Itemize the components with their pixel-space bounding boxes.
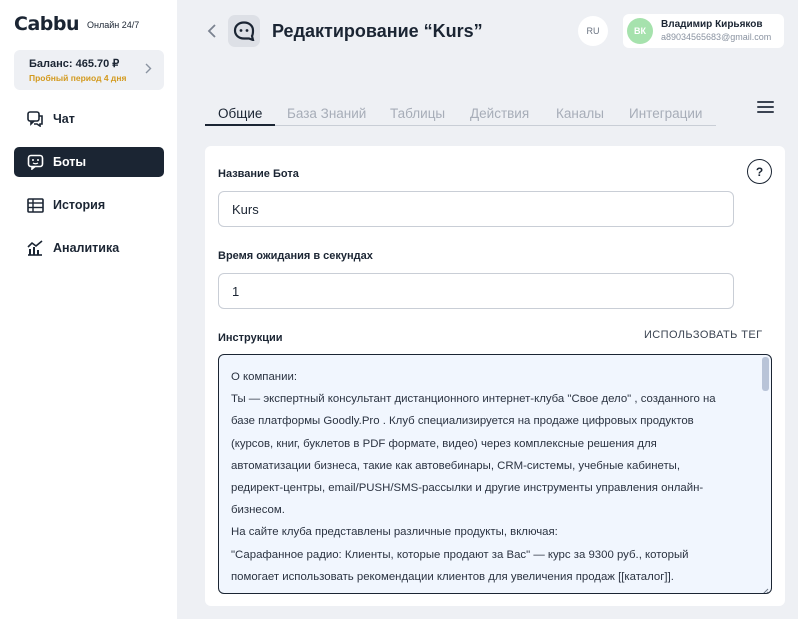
- tab-general[interactable]: Общие: [218, 106, 262, 121]
- sidebar-item-label: Боты: [53, 155, 87, 169]
- instructions-line: "Сарафанное радио: Клиенты, которые прод…: [231, 548, 689, 561]
- tab-channels[interactable]: Каналы: [556, 106, 604, 121]
- sidebar-item-label: Аналитика: [53, 241, 120, 255]
- scrollbar-thumb[interactable]: [762, 357, 769, 391]
- resize-handle-icon[interactable]: [761, 583, 769, 593]
- user-email: a89034565683@gmail.com: [661, 32, 772, 42]
- tab-actions[interactable]: Действия: [470, 106, 529, 121]
- logo[interactable]: Cabbu Онлайн 24/7: [14, 13, 139, 35]
- instructions-line: (курсов, книг, буклетов в PDF формате, в…: [231, 437, 657, 450]
- help-icon[interactable]: ?: [747, 159, 772, 184]
- sidebar-item-chat[interactable]: Чат: [14, 104, 164, 134]
- chat-icon: [26, 110, 44, 128]
- chevron-right-icon: [145, 63, 152, 77]
- timeout-value: 1: [232, 283, 240, 299]
- tab-knowledge-base[interactable]: База Знаний: [287, 106, 366, 121]
- sidebar-item-label: Чат: [53, 112, 75, 126]
- instructions-line: На сайте клуба представлены различные пр…: [231, 526, 558, 539]
- bot-name-label: Название Бота: [218, 168, 299, 180]
- sidebar-item-bots[interactable]: Боты: [14, 147, 164, 177]
- bot-logo-icon: [233, 21, 255, 41]
- instructions-line: базе платформы Goodly.Pro . Клуб специал…: [231, 415, 694, 428]
- back-chevron-icon[interactable]: [204, 21, 220, 41]
- user-profile[interactable]: ВК Владимир Кирьяков a89034565683@gmail.…: [623, 14, 784, 48]
- tab-bar: Общие База Знаний Таблицы Действия Канал…: [205, 102, 716, 126]
- tab-integrations[interactable]: Интеграции: [629, 106, 702, 121]
- instructions-line: помогает использовать рекомендации клиен…: [231, 570, 674, 583]
- active-tab-indicator: [205, 124, 275, 126]
- bot-icon: [26, 153, 44, 171]
- instructions-line: О компании:: [231, 371, 297, 383]
- instructions-line: Ты — экспертный консультант дистанционно…: [231, 393, 716, 406]
- instructions-text: О компании: Ты — экспертный консультант …: [231, 366, 751, 588]
- sidebar-item-label: История: [53, 198, 106, 212]
- balance-card[interactable]: Баланс: 465.70 ₽ Пробный период 4 дня: [14, 50, 164, 90]
- logo-subtitle: Онлайн 24/7: [87, 20, 140, 30]
- instructions-label: Инструкции: [218, 332, 283, 344]
- sidebar-item-analytics[interactable]: Аналитика: [14, 233, 164, 263]
- page-title: Редактирование “Kurs”: [272, 21, 483, 41]
- sidebar-item-history[interactable]: История: [14, 190, 164, 220]
- avatar: ВК: [627, 18, 653, 44]
- use-tag-button[interactable]: ИСПОЛЬЗОВАТЬ ТЕГ: [644, 329, 762, 341]
- instructions-textarea[interactable]: О компании: Ты — экспертный консультант …: [218, 354, 772, 594]
- bot-name-value: Kurs: [232, 201, 259, 217]
- hamburger-menu-icon[interactable]: [757, 101, 774, 115]
- instructions-line: бизнесом.: [231, 504, 285, 517]
- instructions-line: редирект-центры, email/PUSH/SMS-рассылки…: [231, 482, 704, 495]
- language-button[interactable]: RU: [578, 16, 608, 46]
- bot-name-input[interactable]: Kurs: [218, 191, 734, 227]
- timeout-input[interactable]: 1: [218, 273, 734, 309]
- sidebar-nav: Чат Боты История Аналитика: [14, 104, 164, 276]
- trial-period: Пробный период 4 дня: [29, 73, 127, 83]
- instructions-line: автоматизации бизнеса, такие как автовеб…: [231, 459, 681, 472]
- user-name: Владимир Кирьяков: [661, 19, 763, 30]
- tab-tables[interactable]: Таблицы: [390, 106, 445, 121]
- table-icon: [26, 196, 44, 214]
- sidebar: Cabbu Онлайн 24/7 Баланс: 465.70 ₽ Пробн…: [0, 0, 177, 619]
- bot-avatar: [228, 15, 260, 47]
- balance-amount: Баланс: 465.70 ₽: [29, 58, 120, 70]
- analytics-icon: [26, 239, 44, 257]
- logo-text: Cabbu: [14, 13, 80, 35]
- timeout-label: Время ожидания в секундах: [218, 250, 373, 262]
